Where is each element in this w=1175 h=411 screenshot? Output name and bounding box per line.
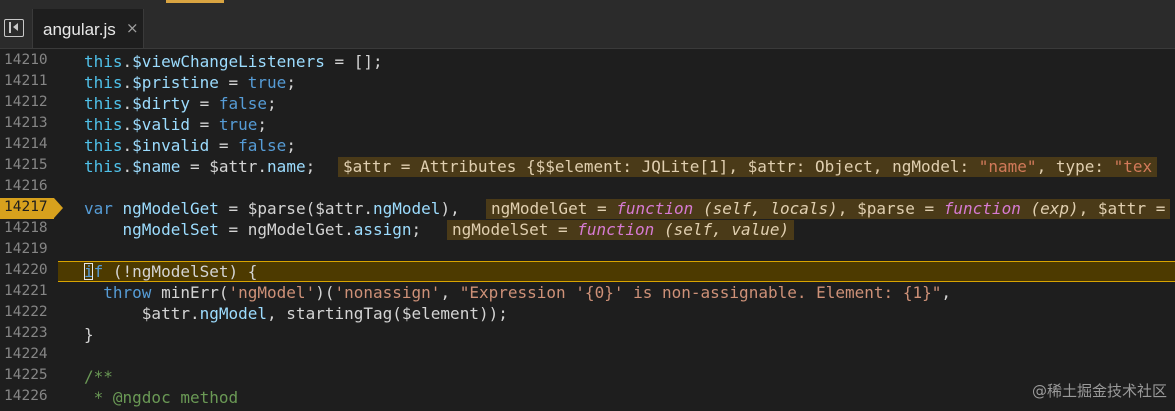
line-number: 14214 [4, 136, 48, 152]
line-number: 14225 [4, 367, 48, 383]
code-line: 14223 } [0, 324, 1175, 345]
code-text: $attr.ngModel, startingTag($element)); [84, 304, 508, 323]
inline-value-attr[interactable]: $attr = Attributes {$$element: JQLite[1]… [338, 157, 1158, 177]
code-line: 14224 [0, 345, 1175, 366]
close-icon[interactable]: × [126, 19, 139, 37]
code-text: this.$dirty = false; [84, 94, 277, 113]
code-line: 14226 * @ngdoc method [0, 387, 1175, 408]
code-text: /** [84, 367, 113, 386]
code-line: 14218 ngModelSet = ngModelGet.assign; ng… [0, 219, 1175, 240]
code-line: 14214 this.$invalid = false; [0, 135, 1175, 156]
code-text: this.$valid = true; [84, 115, 268, 134]
code-line: 14213 this.$valid = true; [0, 114, 1175, 135]
line-number: 14226 [4, 388, 48, 404]
code-text: this.$viewChangeListeners = []; [84, 52, 383, 71]
line-number: 14219 [4, 241, 48, 257]
inline-value-ngmodelset[interactable]: ngModelSet = function (self, value) [447, 220, 795, 240]
code-text: this.$invalid = false; [84, 136, 296, 155]
code-line: 14217 var ngModelGet = $parse($attr.ngMo… [0, 198, 1175, 219]
tab-bar: angular.js × [0, 0, 1175, 49]
line-number: 14220 [4, 262, 48, 278]
line-number: 14213 [4, 115, 48, 131]
breakpoint-marker[interactable]: 14217 [0, 198, 63, 219]
panel-toggle-icon[interactable] [4, 19, 24, 37]
code-line: 14225 /** [0, 366, 1175, 387]
tab-label: angular.js [43, 20, 116, 39]
line-number: 14217 [4, 199, 48, 215]
line-number: 14221 [4, 283, 48, 299]
code-line: 14222 $attr.ngModel, startingTag($elemen… [0, 303, 1175, 324]
tab-angular-js[interactable]: angular.js × [32, 9, 144, 48]
code-line-current: 14220 if (!ngModelSet) { [0, 261, 1175, 282]
code-line: 14215 this.$name = $attr.name; $attr = A… [0, 156, 1175, 177]
watermark: @稀土掘金技术社区 [1031, 382, 1167, 400]
line-number: 14218 [4, 220, 48, 236]
line-number: 14222 [4, 304, 48, 320]
code-text: this.$name = $attr.name; [84, 157, 316, 176]
code-line: 14221 throw minErr('ngModel')('nonassign… [0, 282, 1175, 303]
code-text: } [84, 325, 94, 344]
code-text: if (!ngModelSet) { [84, 262, 258, 281]
inline-value-ngmodelget[interactable]: ngModelGet = function (self, locals), $p… [486, 199, 1171, 219]
code-line: 14216 [0, 177, 1175, 198]
line-number: 14216 [4, 178, 48, 194]
code-editor[interactable]: 14210 this.$viewChangeListeners = []; 14… [0, 49, 1175, 411]
code-line: 14210 this.$viewChangeListeners = []; [0, 51, 1175, 72]
tab-accent-line [166, 0, 224, 3]
code-text: var ngModelGet = $parse($attr.ngModel), [84, 199, 460, 218]
line-number: 14210 [4, 52, 48, 68]
code-line: 14212 this.$dirty = false; [0, 93, 1175, 114]
text-cursor [84, 263, 93, 280]
line-number: 14211 [4, 73, 48, 89]
code-text: ngModelSet = ngModelGet.assign; [122, 220, 422, 239]
code-line: 14219 [0, 240, 1175, 261]
code-line: 14211 this.$pristine = true; [0, 72, 1175, 93]
line-number: 14224 [4, 346, 48, 362]
line-number: 14215 [4, 157, 48, 173]
code-text: throw minErr('ngModel')('nonassign', "Ex… [103, 283, 951, 302]
code-text: * @ngdoc method [84, 388, 239, 407]
line-number: 14212 [4, 94, 48, 110]
line-number: 14223 [4, 325, 48, 341]
code-text: this.$pristine = true; [84, 73, 296, 92]
